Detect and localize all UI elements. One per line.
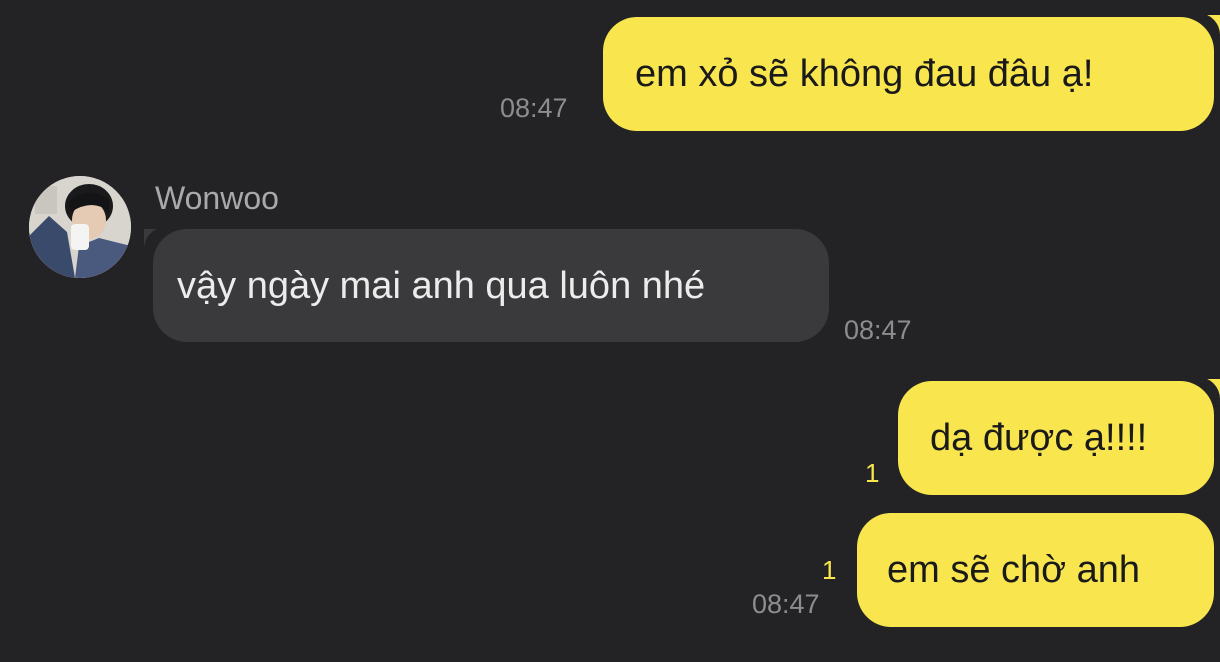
unread-count: 1: [865, 458, 880, 488]
bubble-tail: [1198, 379, 1220, 401]
unread-count: 1: [822, 555, 837, 585]
message-timestamp: 08:47: [500, 93, 568, 123]
bubble-tail: [1198, 15, 1220, 37]
message-text: dạ được ạ!!!!: [930, 417, 1148, 459]
avatar[interactable]: [29, 176, 131, 278]
message-bubble[interactable]: em xỏ sẽ không đau đâu ạ!: [603, 17, 1214, 131]
message-text: vậy ngày mai anh qua luôn nhé: [177, 264, 706, 307]
message-timestamp: 08:47: [844, 315, 912, 345]
message-bubble[interactable]: dạ được ạ!!!!: [898, 381, 1214, 495]
chat-view: 08:47 em xỏ sẽ không đau đâu ạ! Wonwoo v…: [0, 0, 1220, 662]
profile-photo-icon: [29, 176, 131, 278]
message-bubble[interactable]: vậy ngày mai anh qua luôn nhé: [153, 229, 829, 342]
message-bubble[interactable]: em sẽ chờ anh: [857, 513, 1214, 627]
sender-name: Wonwoo: [155, 180, 279, 216]
message-text: em sẽ chờ anh: [887, 549, 1141, 591]
message-timestamp: 08:47: [752, 589, 820, 619]
message-text: em xỏ sẽ không đau đâu ạ!: [635, 53, 1094, 95]
